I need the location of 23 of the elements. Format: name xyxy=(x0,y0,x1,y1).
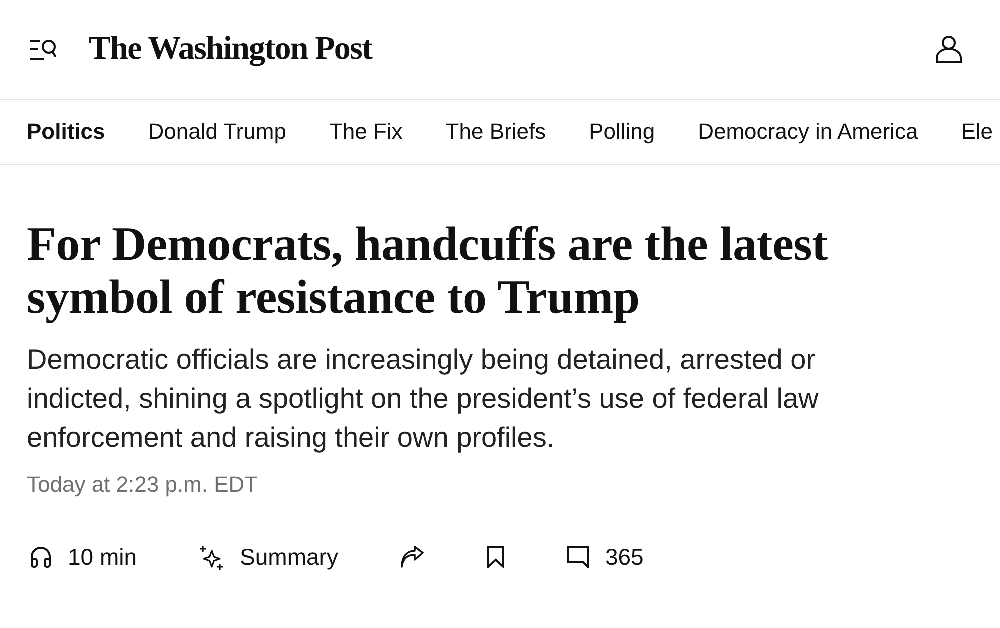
nav-link[interactable]: The Fix xyxy=(329,119,403,145)
logo[interactable]: The Washington Post xyxy=(89,31,372,68)
nav-link[interactable]: Polling xyxy=(589,119,656,145)
share-icon xyxy=(400,546,426,568)
comments-button[interactable]: 365 xyxy=(567,537,644,577)
bookmark-icon xyxy=(487,546,506,568)
nav-link[interactable]: Democracy in America xyxy=(698,119,918,145)
menu-search-icon xyxy=(30,38,57,60)
nav-link[interactable]: Ele xyxy=(961,119,993,145)
nav-link[interactable]: Donald Trump xyxy=(148,119,286,145)
listen-button[interactable]: 10 min xyxy=(30,537,138,577)
account-button[interactable] xyxy=(936,36,962,63)
timestamp: Today at 2:23 p.m. EDT xyxy=(27,471,260,499)
comment-icon xyxy=(567,546,590,568)
summary-button[interactable]: Summary xyxy=(199,537,338,577)
headline: For Democrats, handcuffs are the latest symbol of resistance to Trump xyxy=(27,218,829,324)
headphones-icon xyxy=(30,546,52,568)
nav-link[interactable]: Politics xyxy=(27,119,106,145)
sparkle-icon xyxy=(199,544,224,570)
menu-search-button[interactable] xyxy=(30,38,57,60)
person-icon xyxy=(936,36,962,63)
subheadline: Democratic officials are increasingly being detained, arrested or indicted, shining a spotlight on the president’s use of federal law enforcement and raising their own profiles. xyxy=(27,343,820,455)
nav-link[interactable]: The Briefs xyxy=(446,119,546,145)
